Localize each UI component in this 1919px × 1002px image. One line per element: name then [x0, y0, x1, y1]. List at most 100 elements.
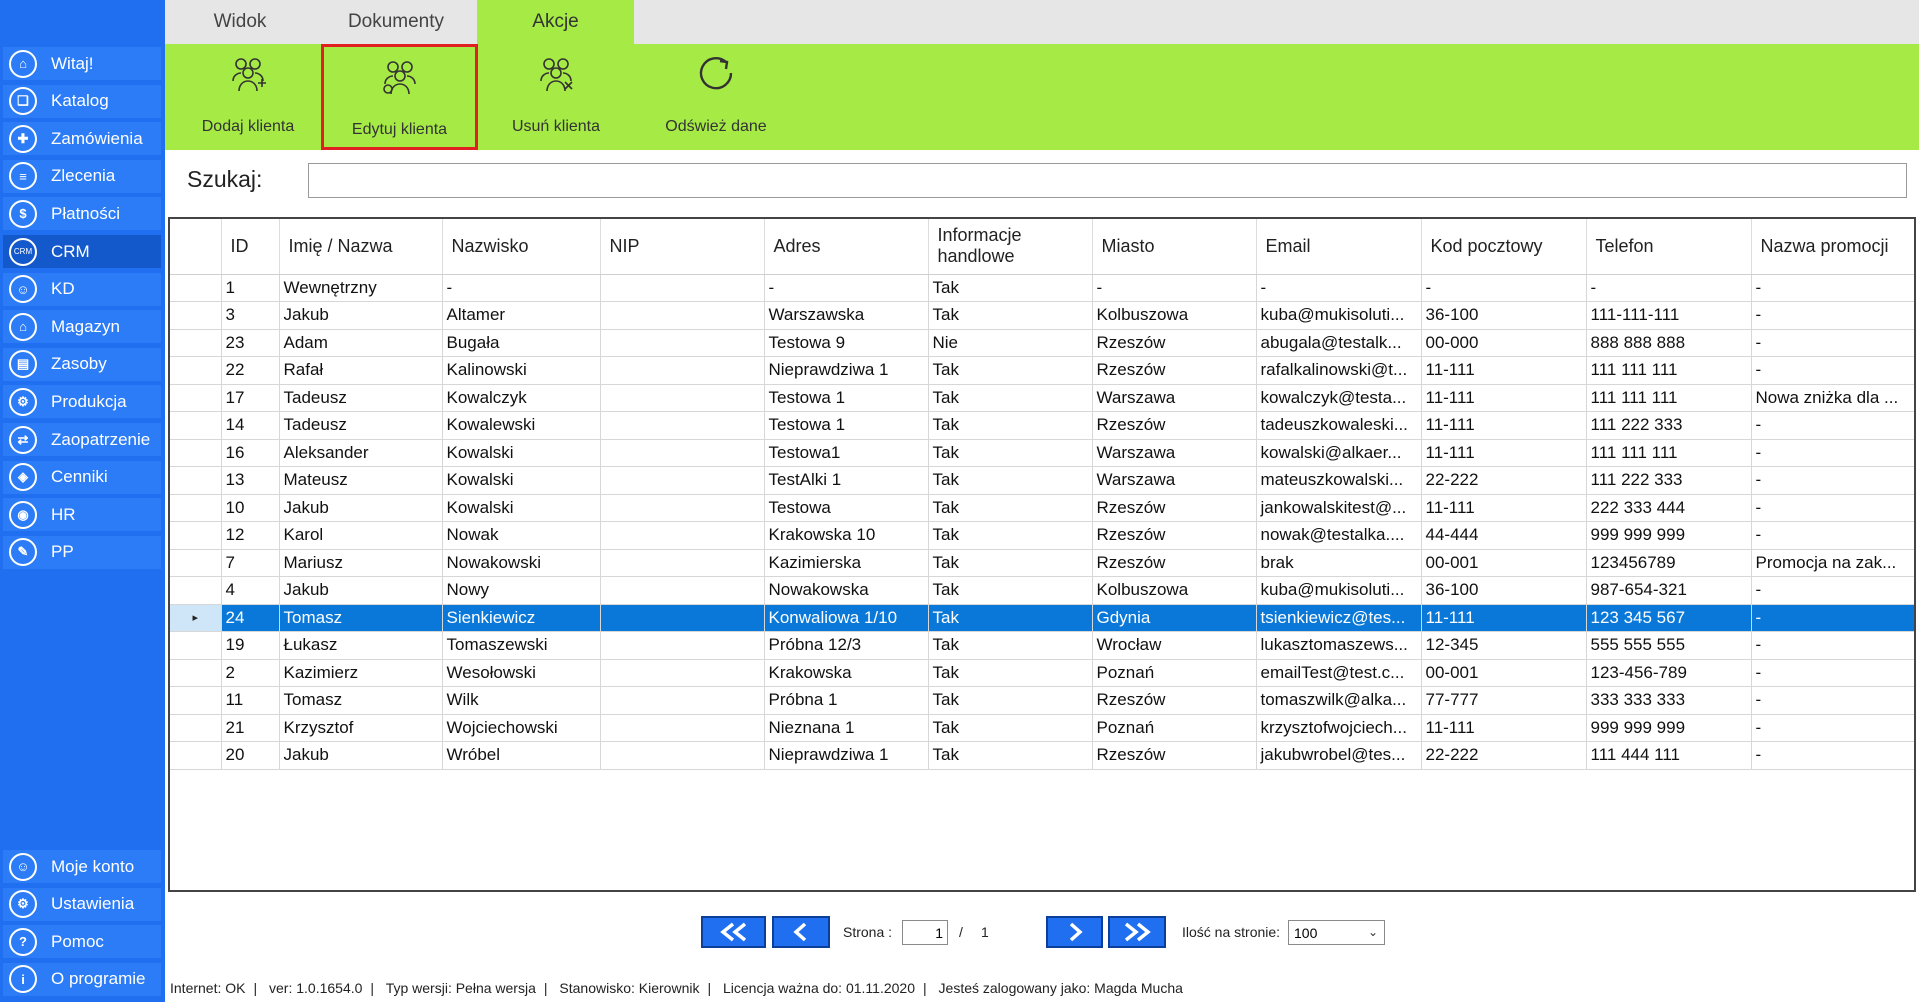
table-row[interactable]: 16 Aleksander Kowalski Testowa1 Tak Warszawa k… — [170, 439, 1914, 467]
add-client-button[interactable]: Dodaj klienta — [175, 44, 321, 150]
row-header[interactable] — [170, 576, 222, 605]
prev-page-button[interactable] — [772, 916, 830, 948]
column-header[interactable]: ID — [221, 219, 280, 275]
row-header[interactable] — [170, 411, 222, 440]
page-number-input[interactable] — [902, 920, 948, 945]
table-row[interactable]: 14 Tadeusz Kowalewski Testowa 1 Tak Rzeszów ta… — [170, 411, 1914, 440]
table-row[interactable]: ▸ 24 Tomasz Sienkiewicz Konwaliowa 1/10 Tak Gd… — [170, 604, 1914, 632]
per-page-select[interactable]: 100 ⌄ — [1288, 920, 1385, 945]
column-header[interactable]: Nazwa promocji — [1751, 219, 1914, 275]
delete-client-button[interactable]: Usuń klienta — [483, 44, 629, 150]
refresh-button[interactable]: Odśwież dane — [643, 44, 789, 150]
row-header[interactable] — [170, 494, 222, 522]
row-header[interactable] — [170, 274, 222, 302]
table-row[interactable]: 19 Łukasz Tomaszewski Próbna 12/3 Tak Wrocław… — [170, 631, 1914, 660]
edit-client-button[interactable]: Edytuj klienta — [321, 44, 478, 150]
tab-dokumenty[interactable]: Dokumenty — [315, 0, 477, 44]
supply-icon: ⇄ — [9, 425, 37, 454]
table-cell: 11-111 — [1421, 411, 1587, 440]
column-header[interactable]: Telefon — [1586, 219, 1752, 275]
last-page-button[interactable] — [1108, 916, 1166, 948]
column-header[interactable]: Miasto — [1092, 219, 1257, 275]
sidebar-item-ustawienia[interactable]: ⚙ Ustawienia — [3, 887, 161, 921]
table-cell — [600, 494, 765, 522]
sidebar-item-pp[interactable]: ✎ PP — [3, 535, 161, 569]
column-header[interactable]: Email — [1256, 219, 1422, 275]
table-cell: - — [1751, 466, 1914, 495]
first-page-button[interactable] — [701, 916, 766, 948]
row-header[interactable] — [170, 741, 222, 770]
table-row[interactable]: 11 Tomasz Wilk Próbna 1 Tak Rzeszów tomaszwilk… — [170, 686, 1914, 715]
table-row[interactable]: 22 Rafał Kalinowski Nieprawdziwa 1 Tak Rzeszó… — [170, 356, 1914, 385]
table-row[interactable]: 3 Jakub Altamer Warszawska Tak Kolbuszowa kuba… — [170, 301, 1914, 330]
table-cell: Karol — [279, 521, 443, 550]
table-cell: 222 333 444 — [1586, 494, 1752, 522]
table-cell: Nowa zniżka dla ... — [1751, 384, 1914, 412]
tab-akcje[interactable]: Akcje — [477, 0, 634, 44]
row-header[interactable] — [170, 439, 222, 467]
row-header[interactable] — [170, 356, 222, 385]
row-header[interactable]: ▸ — [170, 604, 222, 632]
table-row[interactable]: 23 Adam Bugała Testowa 9 Nie Rzeszów abugala@t… — [170, 329, 1914, 357]
table-row[interactable]: 21 Krzysztof Wojciechowski Nieznana 1 Tak Poz… — [170, 714, 1914, 742]
chevron-down-icon: ⌄ — [1367, 925, 1378, 939]
table-cell: brak — [1256, 549, 1422, 577]
sidebar-item-cenniki[interactable]: ◈ Cenniki — [3, 460, 161, 494]
sidebar-item-zlecenia[interactable]: ≡ Zlecenia — [3, 159, 161, 193]
table-row[interactable]: 1 Wewnętrzny - - Tak - - - - - — [170, 274, 1914, 302]
sidebar-item-katalog[interactable]: ❏ Katalog — [3, 84, 161, 118]
column-header[interactable]: Kod pocztowy — [1421, 219, 1587, 275]
table-cell: lukasztomaszews... — [1256, 631, 1422, 660]
column-header[interactable]: Adres — [764, 219, 929, 275]
sidebar-item-zamówienia[interactable]: ✚ Zamówienia — [3, 122, 161, 156]
row-header[interactable] — [170, 714, 222, 742]
table-row[interactable]: 4 Jakub Nowy Nowakowska Tak Kolbuszowa kuba@mu… — [170, 576, 1914, 605]
row-header[interactable] — [170, 301, 222, 330]
table-cell: Warszawa — [1092, 439, 1257, 467]
sidebar-item-zasoby[interactable]: ▤ Zasoby — [3, 347, 161, 381]
tab-widok[interactable]: Widok — [165, 0, 315, 44]
table-row[interactable]: 7 Mariusz Nowakowski Kazimierska Tak Rzeszów b… — [170, 549, 1914, 577]
sidebar-item-zaopatrzenie[interactable]: ⇄ Zaopatrzenie — [3, 423, 161, 456]
sidebar-item-magazyn[interactable]: ⌂ Magazyn — [3, 310, 161, 344]
row-header[interactable] — [170, 686, 222, 715]
sidebar-item-produkcja[interactable]: ⚙ Produkcja — [3, 385, 161, 419]
table-row[interactable]: 13 Mateusz Kowalski TestAlki 1 Tak Warszawa ma… — [170, 466, 1914, 495]
column-header[interactable]: Nazwisko — [442, 219, 601, 275]
sidebar-item-płatności[interactable]: $ Płatności — [3, 197, 161, 231]
row-header[interactable] — [170, 466, 222, 495]
sidebar-item-moje-konto[interactable]: ☺ Moje konto — [3, 850, 161, 883]
table-cell: Krzysztof — [279, 714, 443, 742]
sidebar-item-hr[interactable]: ◉ HR — [3, 498, 161, 532]
table-row[interactable]: 10 Jakub Kowalski Testowa Tak Rzeszów jankowal… — [170, 494, 1914, 522]
page-separator: / — [959, 924, 963, 940]
search-input[interactable] — [308, 163, 1907, 198]
sidebar-item-pomoc[interactable]: ? Pomoc — [3, 925, 161, 959]
status-station: Stanowisko: Kierownik — [559, 980, 700, 996]
sidebar-item-o-programie[interactable]: i O programie — [3, 962, 161, 996]
ribbon-actions: Dodaj klienta Edytuj klienta Usuń klient… — [165, 44, 1919, 150]
table-cell: - — [1751, 494, 1914, 522]
column-header[interactable]: NIP — [600, 219, 765, 275]
table-row[interactable]: 2 Kazimierz Wesołowski Krakowska Tak Poznań em… — [170, 659, 1914, 687]
table-row[interactable]: 17 Tadeusz Kowalczyk Testowa 1 Tak Warszawa ko… — [170, 384, 1914, 412]
row-header[interactable] — [170, 521, 222, 550]
column-header[interactable]: Informacje handlowe — [928, 219, 1093, 275]
row-header[interactable] — [170, 659, 222, 687]
table-row[interactable]: 12 Karol Nowak Krakowska 10 Tak Rzeszów nowak@… — [170, 521, 1914, 550]
table-cell: 111 222 333 — [1586, 411, 1752, 440]
row-header[interactable] — [170, 631, 222, 660]
row-header[interactable] — [170, 329, 222, 357]
table-cell: Rzeszów — [1092, 356, 1257, 385]
next-page-button[interactable] — [1046, 916, 1103, 948]
table-cell: Tak — [928, 356, 1093, 385]
column-header[interactable]: Imię / Nazwa — [279, 219, 443, 275]
sidebar-item-label: Katalog — [51, 91, 109, 111]
table-row[interactable]: 20 Jakub Wróbel Nieprawdziwa 1 Tak Rzeszów jak… — [170, 741, 1914, 770]
row-header[interactable] — [170, 549, 222, 577]
row-header[interactable] — [170, 384, 222, 412]
sidebar-item-crm[interactable]: CRM CRM — [3, 235, 161, 268]
sidebar-item-witaj-[interactable]: ⌂ Witaj! — [3, 47, 161, 80]
warehouse-icon: ⌂ — [9, 312, 37, 341]
sidebar-item-kd[interactable]: ☺ KD — [3, 272, 161, 306]
